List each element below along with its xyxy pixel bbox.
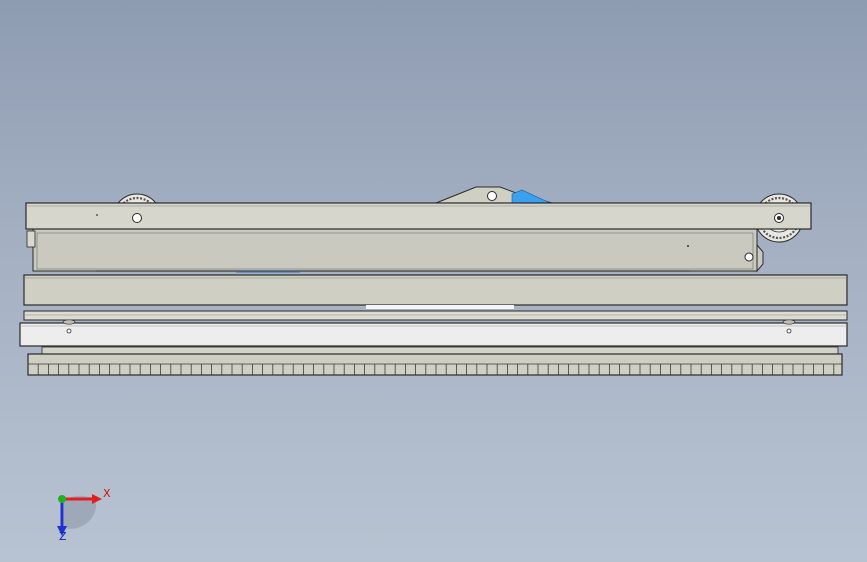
cam-highlight xyxy=(511,189,551,204)
guide-rail-left-screw xyxy=(66,328,72,334)
x-axis-label: X xyxy=(103,487,111,500)
rear-plate-dot xyxy=(687,245,689,247)
assembly-side-view[interactable] xyxy=(0,0,867,562)
coordinate-triad: X Z xyxy=(40,478,130,548)
rack-support xyxy=(41,346,839,355)
top-beam-left-hole xyxy=(132,213,142,223)
right-bearing-block xyxy=(782,319,796,325)
white-strip xyxy=(366,305,514,309)
guide-rail[interactable] xyxy=(19,322,848,347)
left-bearing-block xyxy=(62,319,76,325)
rear-plate-end-cap xyxy=(756,243,764,273)
top-beam-dot xyxy=(96,214,98,216)
rear-plate[interactable] xyxy=(32,228,758,272)
guide-rail-right-screw xyxy=(786,328,792,334)
y-axis-dot xyxy=(58,495,66,503)
z-axis-label: Z xyxy=(59,530,67,543)
triad-graphic xyxy=(57,494,102,536)
base-block[interactable] xyxy=(23,274,848,306)
cad-graphics-viewport[interactable]: X Z xyxy=(0,0,867,562)
carriage-plate[interactable] xyxy=(23,310,848,321)
top-beam-right-hole-inner xyxy=(777,216,781,220)
x-axis-arrowhead xyxy=(92,494,102,504)
cam-pivot-hole xyxy=(487,191,497,201)
top-beam[interactable] xyxy=(25,202,812,230)
left-stub xyxy=(26,230,36,248)
rear-plate-hole xyxy=(744,252,754,262)
